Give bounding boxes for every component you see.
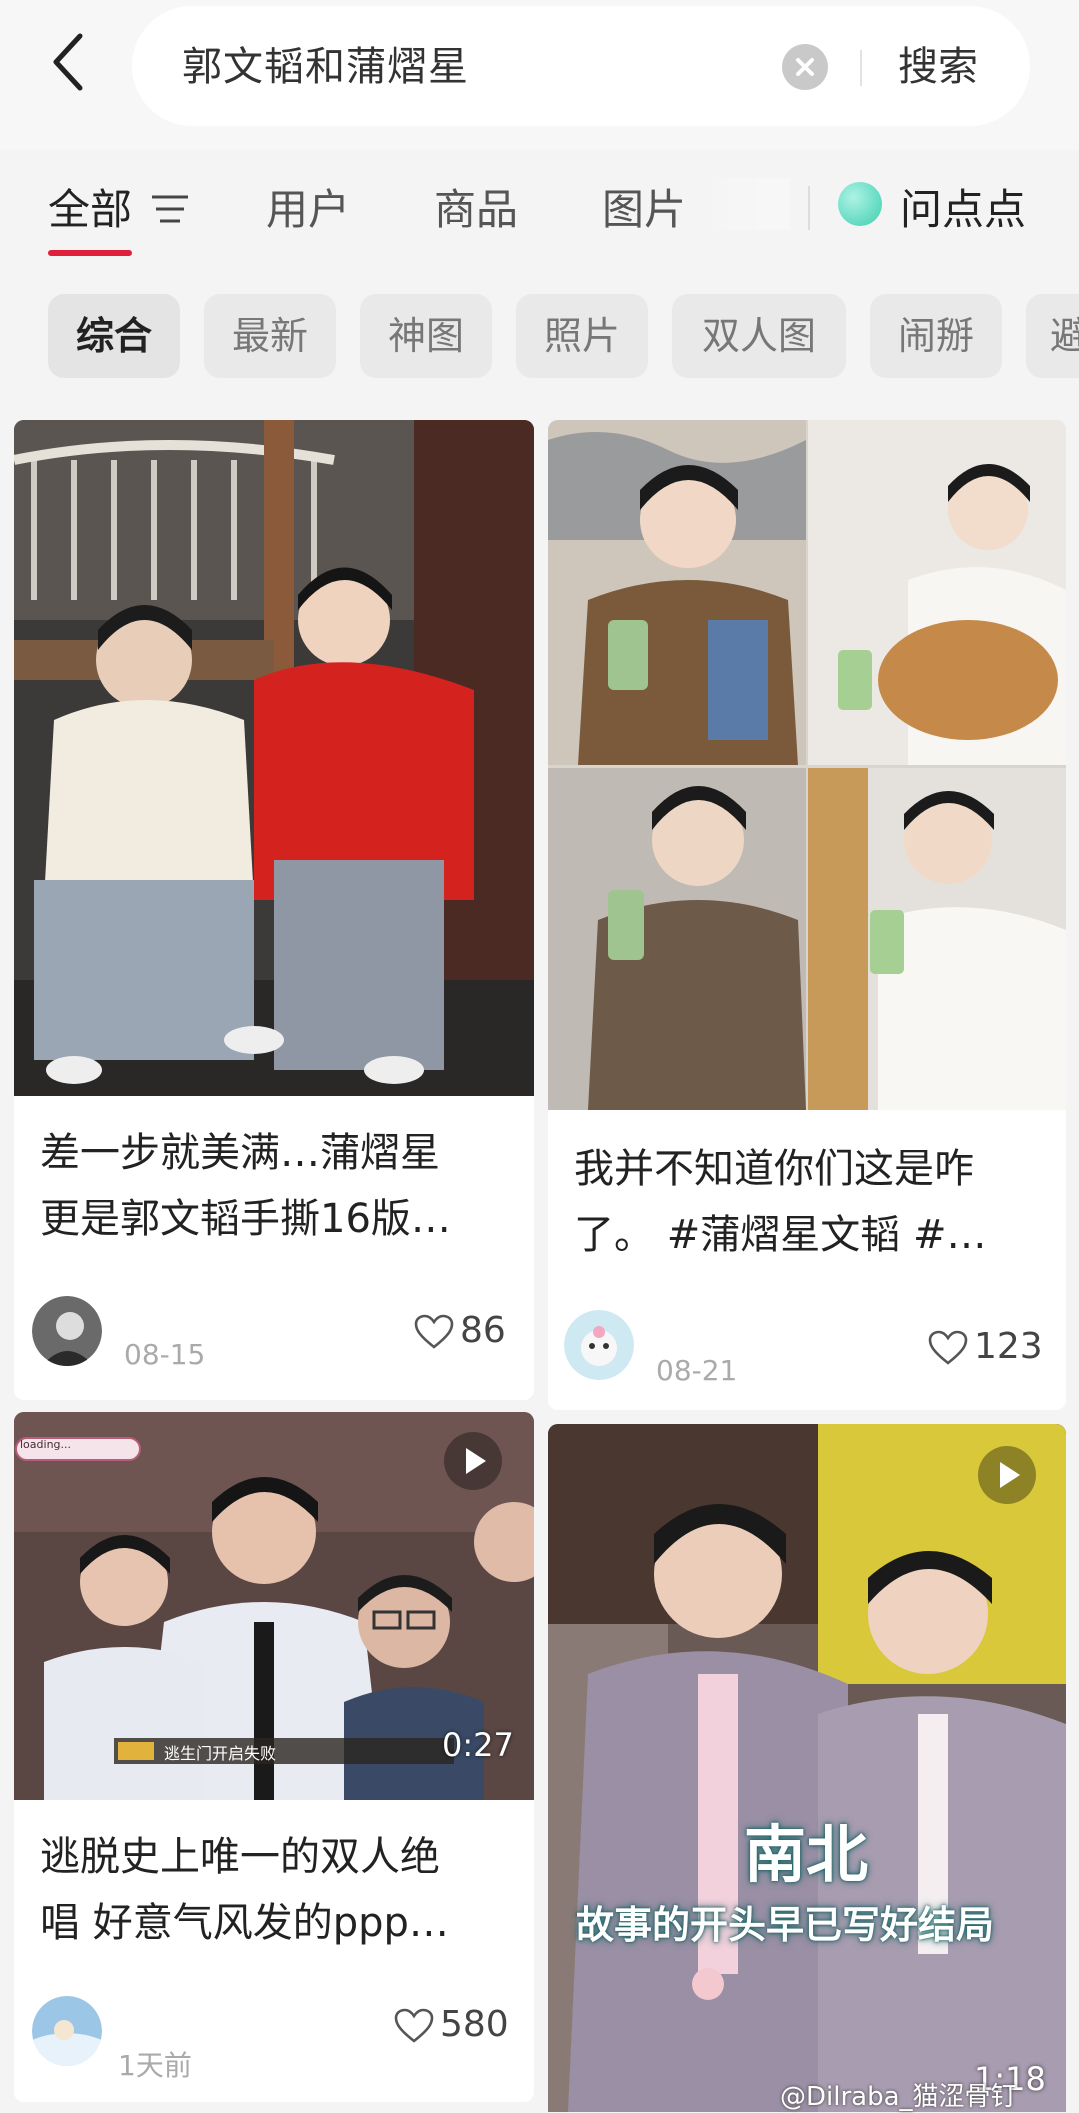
chip-more[interactable]: 避 — [1026, 294, 1079, 378]
tab-users[interactable]: 用户 — [266, 176, 350, 237]
chip-photos[interactable]: 照片 — [516, 294, 648, 378]
note-title-line: 逃脱史上唯一的双人绝 — [40, 1834, 440, 1880]
like-count: 580 — [440, 2004, 509, 2045]
note-title-line: 更是郭文韬手撕16版… — [40, 1196, 451, 1242]
loading-label: loading... — [20, 1438, 72, 1451]
note-date: 08-15 — [124, 1338, 206, 1371]
video-overlay-subtitle: 故事的开头早已写好结局 — [576, 1903, 995, 1947]
chip-latest[interactable]: 最新 — [204, 294, 336, 378]
chip-fallout[interactable]: 闹掰 — [870, 294, 1002, 378]
like-heart-icon[interactable] — [394, 2008, 434, 2044]
search-box[interactable]: 郭文韬和蒲熠星 搜索 — [132, 6, 1030, 126]
filter-chips: 综合 最新 神图 照片 双人图 闹掰 避 — [0, 294, 1079, 384]
chip-great-pics[interactable]: 神图 — [360, 294, 492, 378]
note-title-line: 唱 好意气风发的ppp… — [40, 1900, 449, 1946]
note-card[interactable]: loading... 逃生门开启失败 0:27 逃脱史上唯一的双人绝 唱 好意气… — [14, 1412, 534, 2102]
search-divider — [860, 50, 862, 86]
video-duration: 0:27 — [442, 1726, 514, 1764]
back-arrow-icon[interactable] — [48, 30, 88, 94]
note-title-line: 差一步就美满…蒲熠星 — [40, 1130, 440, 1176]
note-cover-image — [14, 420, 534, 1096]
tab-fade — [700, 178, 790, 230]
ask-bubble-icon[interactable] — [838, 182, 882, 226]
note-card[interactable]: 我并不知道你们这是咋 了。 #蒲熠星文韬 #… 08-21 123 — [548, 420, 1066, 1410]
search-input[interactable]: 郭文韬和蒲熠星 — [182, 34, 469, 92]
top-bar: 郭文韬和蒲熠星 搜索 — [0, 0, 1079, 150]
tab-products[interactable]: 商品 — [434, 176, 518, 237]
note-video-cover — [548, 1424, 1066, 2112]
chip-comprehensive[interactable]: 综合 — [48, 294, 180, 378]
note-title-line: 我并不知道你们这是咋 — [574, 1146, 974, 1192]
author-avatar[interactable] — [32, 1996, 102, 2066]
tab-all[interactable]: 全部 — [48, 176, 132, 237]
like-count: 86 — [460, 1310, 506, 1351]
video-subtitle: 逃生门开启失败 — [164, 1744, 277, 1763]
tab-separator — [808, 186, 810, 230]
search-button[interactable]: 搜索 — [898, 34, 978, 92]
note-card[interactable]: 南北 故事的开头早已写好结局 1:18 — [548, 1424, 1066, 2112]
category-tabs: 全部 用户 商品 图片 问点点 — [0, 150, 1079, 280]
note-title-line: 了。 #蒲熠星文韬 #… — [574, 1212, 987, 1258]
play-icon[interactable] — [978, 1446, 1036, 1504]
chip-duo-pics[interactable]: 双人图 — [672, 294, 846, 378]
note-date: 1天前 — [118, 2049, 192, 2082]
like-count: 123 — [974, 1326, 1043, 1367]
author-avatar[interactable] — [564, 1310, 634, 1380]
clear-search-icon[interactable] — [782, 44, 828, 90]
author-avatar[interactable] — [32, 1296, 102, 1366]
ask-button[interactable]: 问点点 — [900, 176, 1026, 237]
filter-icon[interactable] — [150, 192, 190, 226]
play-icon[interactable] — [444, 1432, 502, 1490]
note-card[interactable]: 差一步就美满…蒲熠星 更是郭文韬手撕16版… 08-15 86 — [14, 420, 534, 1400]
like-heart-icon[interactable] — [414, 1314, 454, 1350]
video-overlay-title: 南北 — [744, 1818, 869, 1891]
note-date: 08-21 — [656, 1354, 738, 1387]
watermark: @Dilraba_猫涩骨钉 — [780, 2082, 1017, 2112]
tab-images[interactable]: 图片 — [602, 176, 686, 237]
note-cover-image — [548, 420, 1066, 1110]
like-heart-icon[interactable] — [928, 1330, 968, 1366]
active-tab-indicator — [48, 250, 132, 256]
